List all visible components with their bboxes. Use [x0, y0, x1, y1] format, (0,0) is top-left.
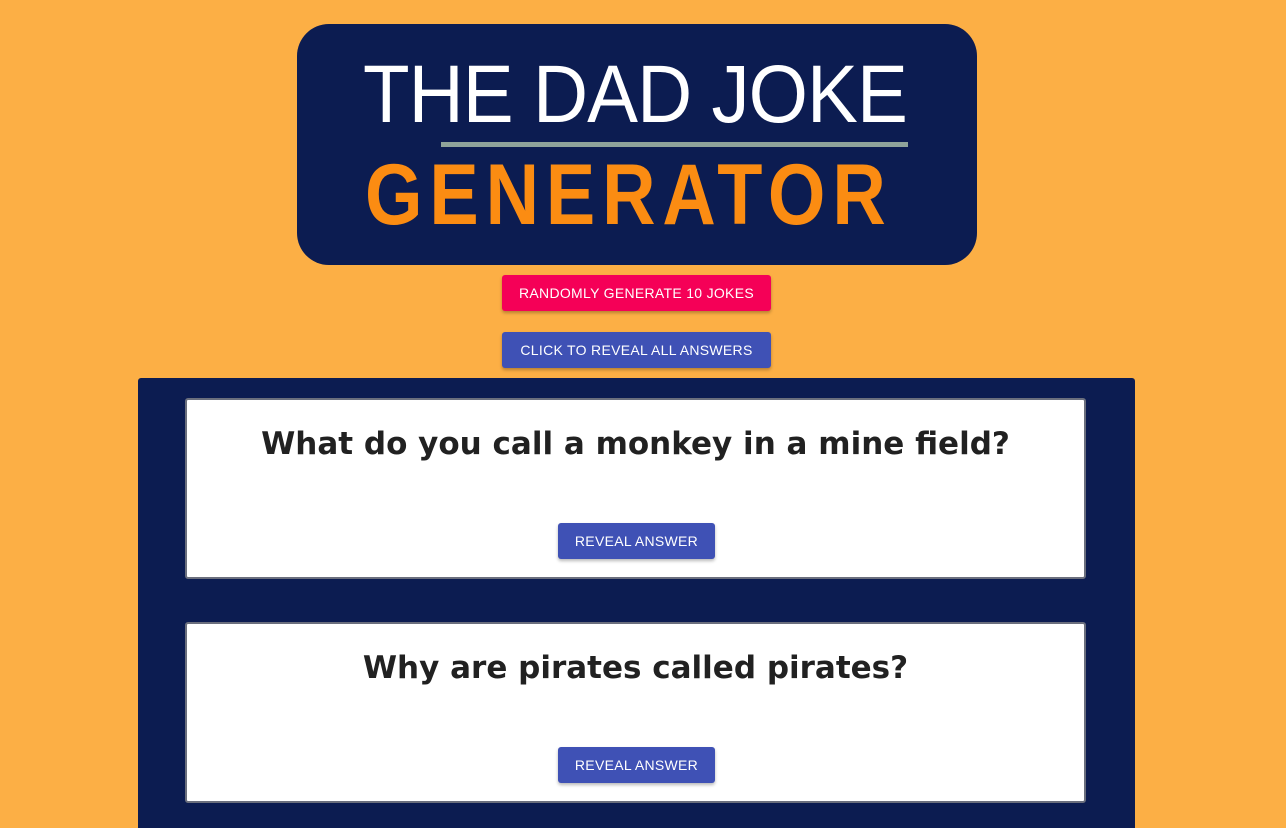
joke-card: What do you call a monkey in a mine fiel… [185, 398, 1086, 579]
reveal-answer-button[interactable]: REVEAL ANSWER [558, 747, 715, 783]
logo-title-top: THE DAD JOKE [363, 49, 908, 140]
joke-card: Why are pirates called pirates? REVEAL A… [185, 622, 1086, 803]
logo-title-bottom: GENERATOR [365, 147, 893, 243]
reveal-all-answers-button[interactable]: CLICK TO REVEAL ALL ANSWERS [502, 332, 771, 368]
joke-question: Why are pirates called pirates? [362, 650, 909, 686]
page: THE DAD JOKE GENERATOR RANDOMLY GENERATE… [0, 0, 1286, 828]
generate-jokes-button[interactable]: RANDOMLY GENERATE 10 JOKES [502, 275, 771, 311]
dad-joke-generator-logo: THE DAD JOKE GENERATOR [297, 24, 977, 265]
joke-list-panel: What do you call a monkey in a mine fiel… [138, 378, 1135, 828]
reveal-answer-button[interactable]: REVEAL ANSWER [558, 523, 715, 559]
joke-question: What do you call a monkey in a mine fiel… [261, 426, 1010, 462]
